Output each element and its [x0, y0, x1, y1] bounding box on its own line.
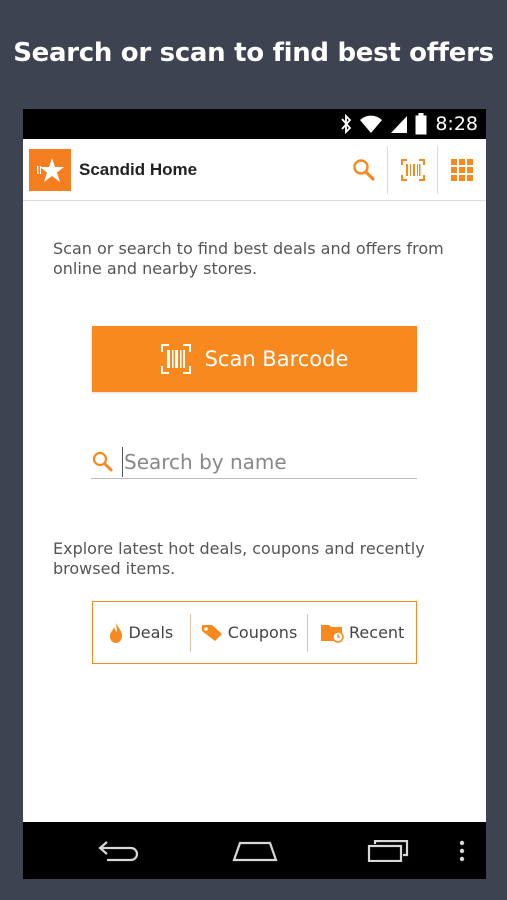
search-field[interactable]	[91, 445, 417, 479]
home-content: Scan or search to find best deals and of…	[23, 201, 486, 822]
search-icon[interactable]	[341, 146, 387, 194]
signal-icon	[390, 114, 408, 134]
coupons-button[interactable]: Coupons	[191, 602, 308, 663]
home-icon[interactable]	[228, 822, 282, 879]
phone-screen: 8:28 Scandid Home Scan or search to find…	[23, 109, 486, 879]
explore-text: Explore latest hot deals, coupons and re…	[53, 539, 425, 578]
shortcut-bar: Deals Coupons Recent	[92, 601, 417, 664]
back-icon[interactable]	[93, 822, 145, 879]
scan-barcode-button[interactable]: Scan Barcode	[92, 326, 417, 392]
status-time: 8:28	[435, 113, 478, 135]
app-logo-icon[interactable]	[29, 148, 71, 191]
battery-icon	[415, 113, 427, 135]
scan-barcode-label: Scan Barcode	[204, 347, 349, 371]
bluetooth-icon	[340, 114, 352, 134]
recents-icon[interactable]	[363, 822, 413, 879]
headline: Search or scan to find best offers	[13, 38, 494, 68]
barcode-scan-icon[interactable]	[388, 146, 437, 194]
flame-icon	[109, 622, 123, 643]
intro-text: Scan or search to find best deals and of…	[53, 239, 444, 278]
overflow-menu-icon[interactable]	[451, 822, 473, 879]
navigation-bar	[23, 822, 486, 879]
search-icon	[92, 451, 116, 473]
wifi-icon	[359, 114, 383, 134]
recent-button[interactable]: Recent	[308, 602, 416, 663]
barcode-icon	[160, 344, 191, 374]
search-input[interactable]	[122, 446, 412, 477]
coupons-label: Coupons	[227, 623, 298, 642]
tag-icon	[201, 624, 223, 642]
action-bar: Scandid Home	[23, 139, 486, 201]
status-bar: 8:28	[23, 109, 486, 139]
folder-clock-icon	[320, 623, 344, 643]
recent-label: Recent	[349, 623, 405, 642]
deals-label: Deals	[128, 623, 174, 642]
grid-menu-icon[interactable]	[438, 146, 486, 194]
deals-button[interactable]: Deals	[93, 602, 190, 663]
app-title: Scandid Home	[79, 159, 198, 179]
